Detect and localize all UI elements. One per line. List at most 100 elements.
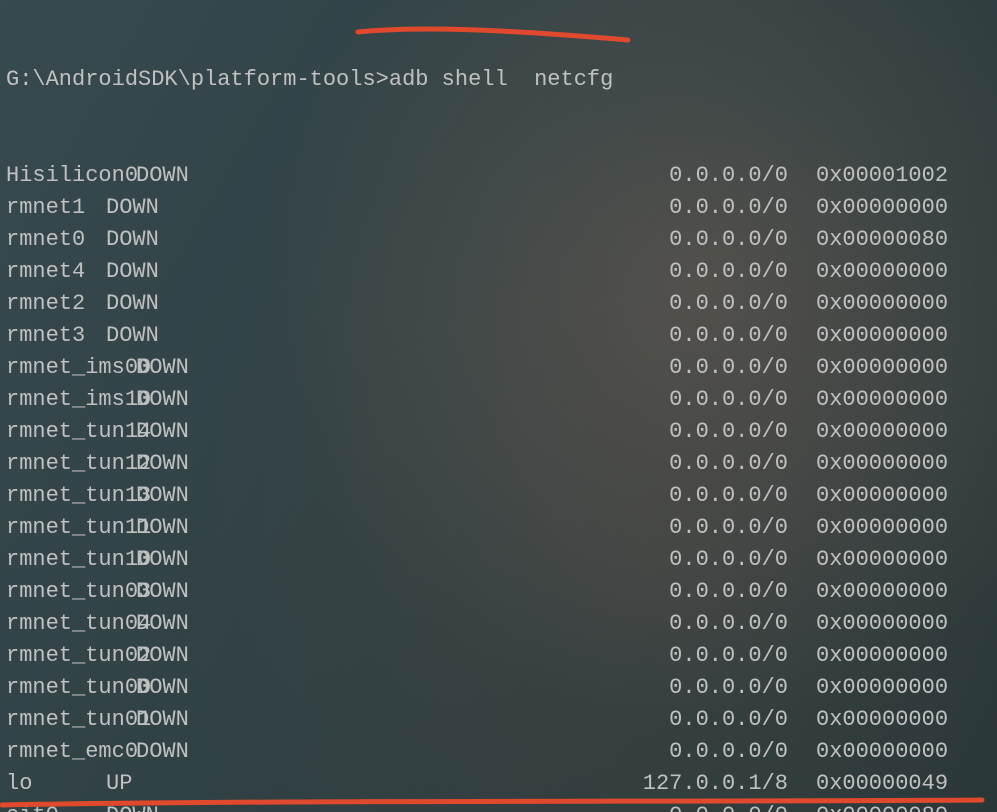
netcfg-row: rmnet_tun11 DOWN0.0.0.0/00x00000000 <box>6 512 991 544</box>
netcfg-row: rmnet_tun00 DOWN0.0.0.0/00x00000000 <box>6 672 991 704</box>
interface-name: rmnet_ims10 <box>6 384 136 416</box>
interface-flags: 0x00000000 <box>816 384 991 416</box>
netcfg-row: Hisilicon0 DOWN0.0.0.0/00x00001002 <box>6 160 991 192</box>
interface-address: 0.0.0.0/0 <box>176 288 816 320</box>
interface-flags: 0x00000049 <box>816 768 991 800</box>
interface-address: 0.0.0.0/0 <box>206 672 816 704</box>
interface-address: 0.0.0.0/0 <box>206 480 816 512</box>
interface-name: rmnet_tun14 <box>6 416 136 448</box>
interface-name: rmnet_tun11 <box>6 512 136 544</box>
interface-address: 0.0.0.0/0 <box>206 704 816 736</box>
netcfg-row: rmnet_tun12 DOWN0.0.0.0/00x00000000 <box>6 448 991 480</box>
interface-state: DOWN <box>106 288 176 320</box>
interface-address: 0.0.0.0/0 <box>206 384 816 416</box>
netcfg-row: rmnet_tun04 DOWN0.0.0.0/00x00000000 <box>6 608 991 640</box>
interface-address: 127.0.0.1/8 <box>176 768 816 800</box>
interface-flags: 0x00000000 <box>816 256 991 288</box>
netcfg-row: loUP127.0.0.1/80x00000049 <box>6 768 991 800</box>
interface-state: DOWN <box>136 512 206 544</box>
interface-address: 0.0.0.0/0 <box>176 192 816 224</box>
interface-name: rmnet_tun04 <box>6 608 136 640</box>
interface-address: 0.0.0.0/0 <box>176 320 816 352</box>
interface-name: rmnet_tun10 <box>6 544 136 576</box>
interface-flags: 0x00000000 <box>816 736 991 768</box>
interface-address: 0.0.0.0/0 <box>206 640 816 672</box>
interface-state: DOWN <box>136 416 206 448</box>
interface-flags: 0x00000000 <box>816 640 991 672</box>
netcfg-row: rmnet0DOWN0.0.0.0/00x00000080 <box>6 224 991 256</box>
interface-address: 0.0.0.0/0 <box>206 576 816 608</box>
interface-flags: 0x00000000 <box>816 608 991 640</box>
interface-address: 0.0.0.0/0 <box>206 416 816 448</box>
interface-state: DOWN <box>106 224 176 256</box>
interface-name: rmnet4 <box>6 256 106 288</box>
interface-flags: 0x00000000 <box>816 416 991 448</box>
interface-name: rmnet_tun01 <box>6 704 136 736</box>
interface-name: rmnet2 <box>6 288 106 320</box>
netcfg-row: rmnet4DOWN0.0.0.0/00x00000000 <box>6 256 991 288</box>
interface-state: DOWN <box>136 704 206 736</box>
netcfg-row: rmnet_tun01 DOWN0.0.0.0/00x00000000 <box>6 704 991 736</box>
interface-address: 0.0.0.0/0 <box>176 224 816 256</box>
netcfg-row: rmnet_tun14 DOWN0.0.0.0/00x00000000 <box>6 416 991 448</box>
interface-flags: 0x00000000 <box>816 544 991 576</box>
interface-flags: 0x00000000 <box>816 448 991 480</box>
shell-prompt: G:\AndroidSDK\platform-tools> <box>6 64 389 96</box>
interface-name: sit0 <box>6 800 106 812</box>
interface-name: rmnet_tun12 <box>6 448 136 480</box>
interface-address: 0.0.0.0/0 <box>176 256 816 288</box>
shell-command: adb shell netcfg <box>389 64 613 96</box>
interface-address: 0.0.0.0/0 <box>206 736 816 768</box>
interface-name: rmnet1 <box>6 192 106 224</box>
netcfg-row: rmnet_ims10 DOWN0.0.0.0/00x00000000 <box>6 384 991 416</box>
interface-flags: 0x00000000 <box>816 576 991 608</box>
interface-flags: 0x00000080 <box>816 224 991 256</box>
netcfg-row: rmnet_ims00 DOWN0.0.0.0/00x00000000 <box>6 352 991 384</box>
interface-flags: 0x00000000 <box>816 288 991 320</box>
interface-state: DOWN <box>136 544 206 576</box>
interface-flags: 0x00000000 <box>816 704 991 736</box>
interface-flags: 0x00001002 <box>816 160 991 192</box>
interface-name: rmnet0 <box>6 224 106 256</box>
interface-address: 0.0.0.0/0 <box>206 608 816 640</box>
interface-name: rmnet_tun13 <box>6 480 136 512</box>
interface-state: DOWN <box>106 320 176 352</box>
interface-flags: 0x00000000 <box>816 480 991 512</box>
interface-address: 0.0.0.0/0 <box>206 448 816 480</box>
interface-flags: 0x00000000 <box>816 512 991 544</box>
interface-name: rmnet_tun00 <box>6 672 136 704</box>
interface-name: Hisilicon0 <box>6 160 136 192</box>
interface-state: DOWN <box>136 480 206 512</box>
interface-state: UP <box>106 768 176 800</box>
interface-flags: 0x00000000 <box>816 352 991 384</box>
interface-name: rmnet_tun03 <box>6 576 136 608</box>
interface-state: DOWN <box>136 448 206 480</box>
interface-flags: 0x00000080 <box>816 800 991 812</box>
interface-name: rmnet_emc0 <box>6 736 136 768</box>
interface-address: 0.0.0.0/0 <box>206 160 816 192</box>
command-line: G:\AndroidSDK\platform-tools>adb shell n… <box>6 64 991 96</box>
interface-address: 0.0.0.0/0 <box>206 544 816 576</box>
interface-name: rmnet_ims00 <box>6 352 136 384</box>
netcfg-row: rmnet_tun10 DOWN0.0.0.0/00x00000000 <box>6 544 991 576</box>
interface-flags: 0x00000000 <box>816 672 991 704</box>
interface-name: rmnet_tun02 <box>6 640 136 672</box>
netcfg-row: rmnet2DOWN0.0.0.0/00x00000000 <box>6 288 991 320</box>
interface-name: rmnet3 <box>6 320 106 352</box>
interface-address: 0.0.0.0/0 <box>206 352 816 384</box>
netcfg-row: rmnet1DOWN0.0.0.0/00x00000000 <box>6 192 991 224</box>
terminal-output: G:\AndroidSDK\platform-tools>adb shell n… <box>0 0 997 812</box>
interface-state: DOWN <box>136 672 206 704</box>
interface-address: 0.0.0.0/0 <box>176 800 816 812</box>
interface-flags: 0x00000000 <box>816 320 991 352</box>
netcfg-row: sit0DOWN0.0.0.0/00x00000080 <box>6 800 991 812</box>
interface-state: DOWN <box>136 352 206 384</box>
interface-name: lo <box>6 768 106 800</box>
interface-flags: 0x00000000 <box>816 192 991 224</box>
netcfg-row: rmnet_tun13 DOWN0.0.0.0/00x00000000 <box>6 480 991 512</box>
interface-state: DOWN <box>136 640 206 672</box>
interface-address: 0.0.0.0/0 <box>206 512 816 544</box>
interface-state: DOWN <box>136 608 206 640</box>
interface-state: DOWN <box>106 192 176 224</box>
netcfg-row: rmnet3DOWN0.0.0.0/00x00000000 <box>6 320 991 352</box>
